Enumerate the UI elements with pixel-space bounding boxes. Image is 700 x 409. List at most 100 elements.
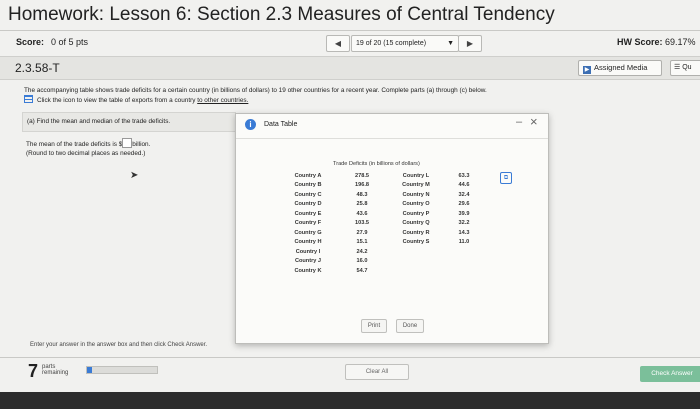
question-menu-label: Qu (682, 64, 692, 71)
country-name: Country L (402, 173, 430, 179)
deficit-value: 39.9 (458, 210, 470, 217)
info-icon: i (245, 119, 256, 130)
deficit-value: 11.0 (458, 239, 470, 246)
country-name (388, 267, 444, 276)
country-name: Country R (402, 229, 430, 236)
country-name (388, 257, 444, 266)
deficit-value: 278.5 (355, 173, 369, 179)
problem-prompt: The accompanying table shows trade defic… (24, 86, 624, 105)
deficit-value: 32.2 (458, 220, 470, 227)
deficit-value: 44.6 (458, 182, 470, 189)
problem-id: 2.3.58-T (15, 61, 60, 75)
clear-all-button[interactable]: Clear All (345, 364, 409, 380)
country-name: Country D (294, 201, 322, 208)
table-row: Country K 54.7 (280, 267, 484, 276)
deficit-value: 63.3 (458, 173, 470, 179)
country-name: Country H (294, 239, 322, 246)
mean-prefix: The mean of the trade deficits is $ (26, 141, 123, 148)
deficit-value: 103.5 (355, 220, 369, 227)
deficit-value: 29.6 (458, 201, 470, 208)
copy-icon[interactable]: ⧉ (500, 172, 512, 184)
deficit-value: 48.3 (356, 191, 368, 198)
triangle-right-icon: ▶ (466, 39, 474, 48)
country-name: Country G (294, 229, 322, 236)
mean-answer-input[interactable] (122, 138, 133, 148)
country-name: Country J (294, 258, 322, 265)
prompt-link-prefix: Click the icon to view the table of expo… (37, 97, 198, 104)
table-row: Country H 15.1 Country S 11.0 (280, 238, 484, 247)
table-row: Country C 48.3 Country N 32.4 (280, 191, 484, 200)
prompt-text: The accompanying table shows trade defic… (24, 87, 487, 94)
score-label: Score: (16, 37, 45, 47)
question-select-value: 19 of 20 (15 complete) (356, 40, 427, 47)
triangle-left-icon: ◀ (334, 39, 342, 48)
deficit-value: 24.2 (356, 248, 368, 255)
country-name: Country N (402, 191, 430, 198)
problem-header: 2.3.58-T ▶ Assigned Media ☰ Qu (0, 56, 700, 80)
country-name: Country I (295, 248, 321, 255)
country-name: Country M (402, 182, 430, 189)
deficit-value: 16.0 (356, 258, 368, 265)
country-name: Country E (294, 210, 322, 217)
deficit-value: 32.4 (458, 191, 470, 198)
deficit-value: 15.1 (356, 239, 368, 246)
score-bar: Score: 0 of 5 pts ◀ 19 of 20 (15 complet… (0, 32, 700, 54)
table-row: Country I 24.2 (280, 248, 484, 257)
deficit-value: 27.9 (356, 229, 368, 236)
divider (0, 357, 700, 358)
table-row: Country A 278.5 Country L 63.3 (280, 172, 484, 181)
progress-fill (87, 367, 92, 373)
country-name: Country F (294, 220, 322, 227)
done-button[interactable]: Done (396, 319, 424, 333)
divider (0, 30, 700, 31)
deficit-value (444, 267, 484, 276)
table-row: Country B 196.8 Country M 44.6 (280, 181, 484, 190)
score-value: 0 of 5 pts (51, 37, 89, 47)
other-countries-link[interactable]: to other countries. (197, 97, 248, 104)
instruction-text: Enter your answer in the answer box and … (30, 342, 208, 348)
assigned-media-button[interactable]: ▶ Assigned Media (578, 60, 662, 76)
table-row: Country J 16.0 (280, 257, 484, 266)
mean-suffix: billion. (132, 141, 151, 148)
assigned-media-label: Assigned Media (594, 63, 648, 72)
check-answer-button[interactable]: Check Answer (640, 366, 700, 382)
deficit-value: 25.8 (356, 201, 368, 208)
country-name: Country C (294, 191, 322, 198)
data-table-dialog: i Data Table – × Trade Deficits (in bill… (235, 113, 549, 344)
hw-score: HW Score: 69.17% (617, 37, 696, 47)
minimize-icon[interactable]: – (516, 116, 522, 128)
round-note: (Round to two decimal places as needed.) (26, 150, 146, 157)
part-a-header: (a) Find the mean and median of the trad… (22, 112, 236, 132)
table-row: Country E 43.6 Country P 39.9 (280, 210, 484, 219)
deficit-value: 54.7 (356, 267, 368, 274)
table-row: Country F 103.5 Country Q 32.2 (280, 219, 484, 228)
data-table-link-row: Click the icon to view the table of expo… (24, 95, 624, 105)
country-name: Country B (294, 182, 322, 189)
trade-deficit-table: Country A 278.5 Country L 63.3 Country B 196.… (280, 172, 484, 276)
progress-bar (86, 366, 158, 374)
previous-question-button[interactable]: ◀ (326, 35, 350, 52)
parts-remaining-count: 7 (28, 361, 39, 381)
part-a-body: The mean of the trade deficits is $ billi… (26, 138, 150, 158)
table-icon[interactable] (24, 95, 33, 103)
question-menu-button[interactable]: ☰ Qu (670, 60, 700, 76)
table-caption: Trade Deficits (in billions of dollars) (333, 161, 420, 167)
country-name: Country K (294, 267, 322, 274)
menu-icon: ☰ (674, 64, 681, 71)
table-row: Country D 25.8 Country O 29.6 (280, 200, 484, 209)
country-name (388, 248, 444, 257)
close-icon[interactable]: × (530, 114, 538, 129)
next-question-button[interactable]: ▶ (458, 35, 482, 52)
country-name: Country Q (402, 220, 430, 227)
divider (236, 138, 548, 139)
hw-score-value: 69.17% (665, 37, 696, 47)
question-select[interactable]: 19 of 20 (15 complete) ▼ (351, 35, 459, 52)
deficit-value: 14.3 (458, 229, 470, 236)
mean-answer-line: The mean of the trade deficits is $ billi… (26, 138, 150, 149)
print-button[interactable]: Print (361, 319, 387, 333)
page-title: Homework: Lesson 6: Section 2.3 Measures… (8, 4, 555, 25)
part-a-label: (a) Find the mean and median of the trad… (27, 118, 171, 125)
parts-remaining-label: parts remaining (42, 364, 68, 376)
country-name: Country P (402, 210, 430, 217)
parts-word-2: remaining (42, 370, 69, 376)
